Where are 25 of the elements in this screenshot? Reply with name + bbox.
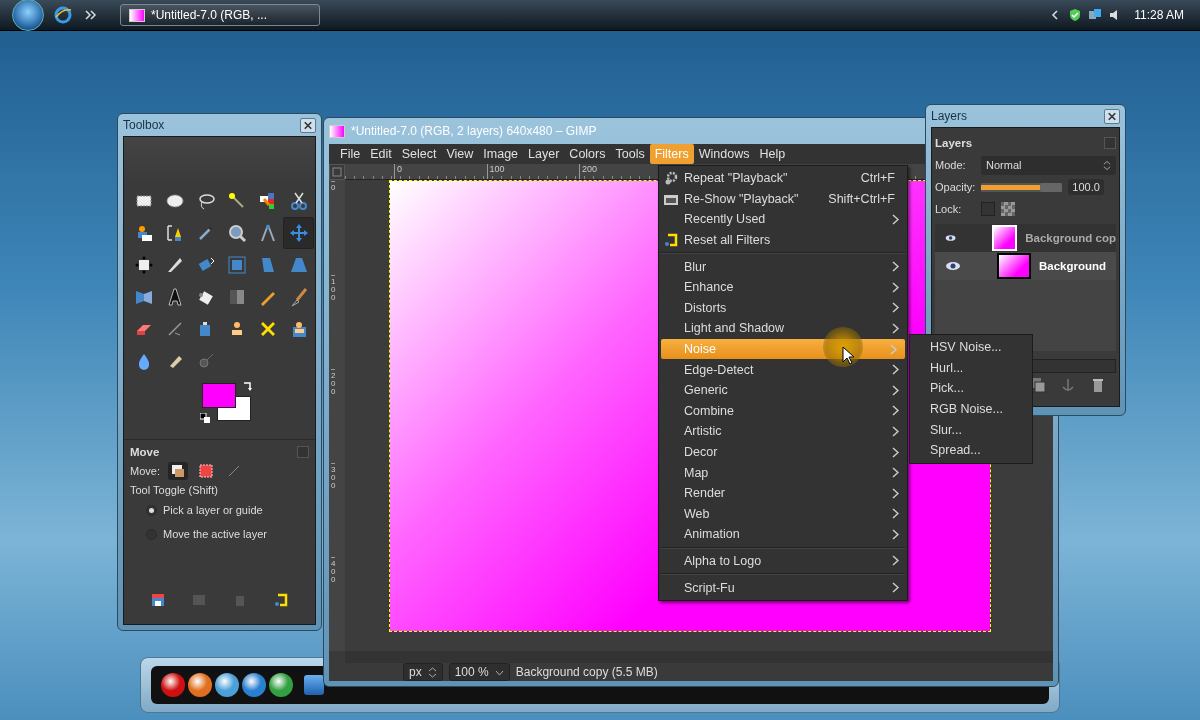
radio-label: Pick a layer or guide bbox=[163, 504, 263, 516]
field-label: Mode: bbox=[935, 159, 967, 171]
radio-label: Move the active layer bbox=[163, 528, 267, 540]
field-label: Opacity: bbox=[935, 181, 976, 193]
ruler-label: 100 bbox=[486, 164, 579, 179]
window-title: Layers bbox=[931, 109, 968, 123]
window-title: Toolbox bbox=[123, 118, 165, 132]
option-label: Tool Toggle (Shift) bbox=[130, 484, 219, 496]
layer-name: Background cop bbox=[1025, 232, 1116, 244]
panel-title: Layers bbox=[935, 137, 973, 149]
clock: 11:28 AM bbox=[1134, 8, 1184, 22]
ruler-label: 100 bbox=[331, 275, 336, 369]
window-title: *Untitled-7.0 (RGB, 2 layers) 640x480 – GIMP bbox=[351, 124, 597, 138]
panel-title: Move bbox=[130, 446, 160, 458]
ruler-label: 200 bbox=[331, 369, 336, 463]
shortcut-text: Ctrl+F bbox=[860, 171, 895, 186]
ruler-label: 0 bbox=[331, 181, 336, 275]
shortcut-text: Shift+Ctrl+F bbox=[828, 191, 895, 206]
field-label: Lock: bbox=[935, 203, 963, 215]
ruler-label: 0 bbox=[394, 164, 487, 179]
field-label: Move: bbox=[130, 465, 160, 477]
ruler-label: 300 bbox=[331, 463, 336, 557]
layer-name: Background bbox=[1039, 260, 1107, 272]
status-text: Background copy (5.5 MB) bbox=[515, 665, 658, 679]
ruler-label: 400 bbox=[331, 557, 336, 651]
